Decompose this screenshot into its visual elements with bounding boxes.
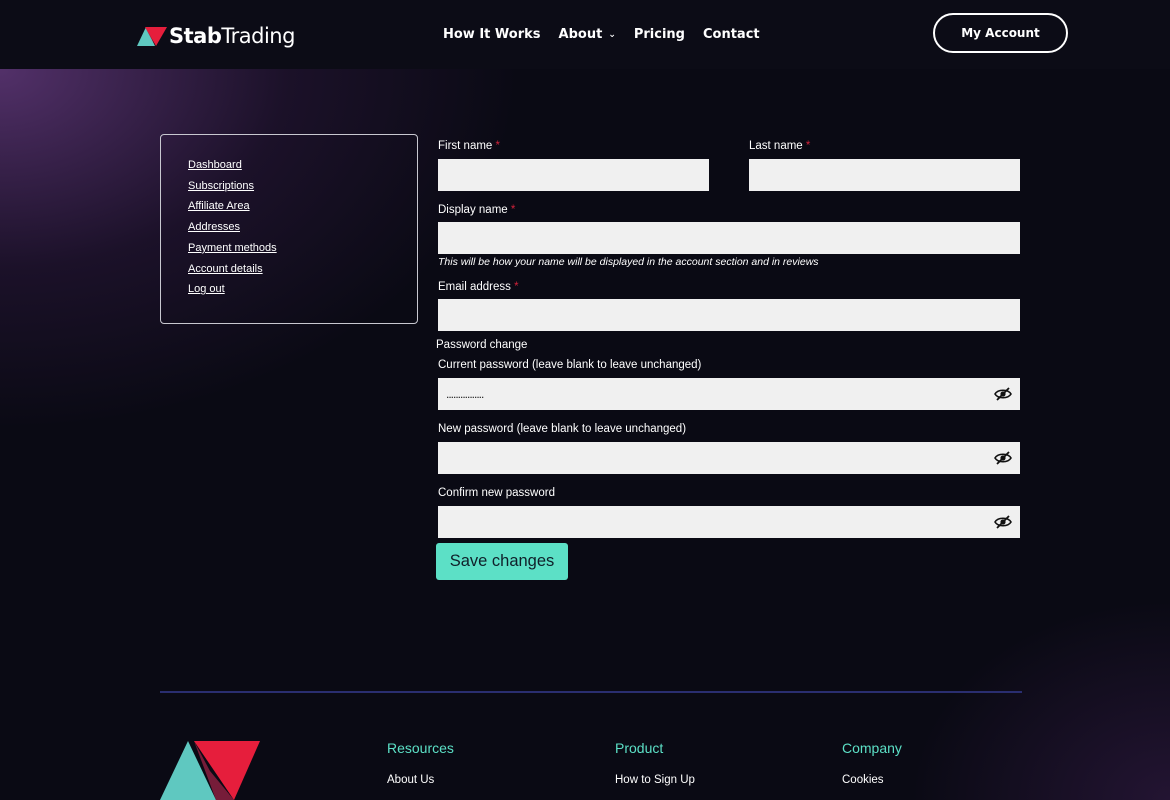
footer-link-about-us[interactable]: About Us bbox=[387, 774, 454, 786]
current-password-label: Current password (leave blank to leave u… bbox=[438, 359, 702, 371]
sidebar-item-payment-methods[interactable]: Payment methods bbox=[188, 238, 390, 259]
eye-slash-icon[interactable] bbox=[994, 514, 1012, 530]
footer-column-resources: Resources About Us bbox=[387, 740, 454, 786]
main-nav: How It Works About ⌄ Pricing Contact bbox=[443, 27, 778, 42]
site-header: StabTrading How It Works About ⌄ Pricing … bbox=[0, 0, 1170, 69]
nav-about[interactable]: About ⌄ bbox=[559, 27, 616, 42]
display-name-label: Display name * bbox=[438, 204, 516, 216]
sidebar-item-subscriptions[interactable]: Subscriptions bbox=[188, 176, 390, 197]
sidebar-item-log-out[interactable]: Log out bbox=[188, 279, 390, 300]
last-name-input[interactable] bbox=[749, 159, 1020, 191]
footer-logo-icon bbox=[160, 741, 260, 800]
eye-slash-icon[interactable] bbox=[994, 450, 1012, 466]
sidebar-item-dashboard[interactable]: Dashboard bbox=[188, 155, 390, 176]
first-name-input[interactable] bbox=[438, 159, 709, 191]
my-account-button[interactable]: My Account bbox=[933, 13, 1068, 53]
footer-heading-product: Product bbox=[615, 740, 664, 756]
confirm-password-label: Confirm new password bbox=[438, 487, 555, 499]
stabtrading-logo[interactable]: StabTrading bbox=[137, 22, 295, 50]
first-name-label: First name * bbox=[438, 140, 501, 152]
nav-contact[interactable]: Contact bbox=[703, 27, 760, 42]
chevron-down-icon: ⌄ bbox=[608, 29, 616, 40]
display-name-input[interactable] bbox=[438, 222, 1020, 254]
new-password-wrapper bbox=[438, 442, 1020, 474]
confirm-password-wrapper bbox=[438, 506, 1020, 538]
password-change-title: Password change bbox=[436, 339, 528, 351]
sidebar-item-account-details[interactable]: Account details bbox=[188, 259, 390, 280]
confirm-password-input[interactable] bbox=[438, 506, 1020, 538]
account-details-form: First name * Last name * Display name * … bbox=[436, 140, 1020, 538]
email-input[interactable] bbox=[438, 299, 1020, 331]
nav-pricing[interactable]: Pricing bbox=[634, 27, 685, 42]
footer-link-how-to-sign-up[interactable]: How to Sign Up bbox=[615, 774, 695, 786]
display-name-hint: This will be how your name will be displ… bbox=[438, 256, 819, 268]
email-label: Email address * bbox=[438, 281, 519, 293]
current-password-input[interactable] bbox=[438, 378, 1020, 410]
logo-triangle-icon bbox=[137, 27, 167, 46]
footer-column-product: Product How to Sign Up bbox=[615, 740, 695, 786]
sidebar-item-addresses[interactable]: Addresses bbox=[188, 217, 390, 238]
eye-slash-icon[interactable] bbox=[994, 386, 1012, 402]
account-navigation: Dashboard Subscriptions Affiliate Area A… bbox=[160, 134, 418, 324]
footer-link-cookies[interactable]: Cookies bbox=[842, 774, 902, 786]
footer-heading-company: Company bbox=[842, 740, 902, 756]
new-password-label: New password (leave blank to leave uncha… bbox=[438, 423, 687, 435]
current-password-wrapper bbox=[438, 378, 1020, 410]
footer-column-company: Company Cookies bbox=[842, 740, 902, 786]
footer-heading-resources: Resources bbox=[387, 740, 454, 756]
nav-how-it-works[interactable]: How It Works bbox=[443, 27, 541, 42]
footer-divider bbox=[160, 691, 1022, 693]
save-changes-button[interactable]: Save changes bbox=[436, 543, 568, 580]
new-password-input[interactable] bbox=[438, 442, 1020, 474]
last-name-label: Last name * bbox=[749, 140, 811, 152]
sidebar-item-affiliate-area[interactable]: Affiliate Area bbox=[188, 196, 390, 217]
logo-text: StabTrading bbox=[169, 24, 295, 48]
